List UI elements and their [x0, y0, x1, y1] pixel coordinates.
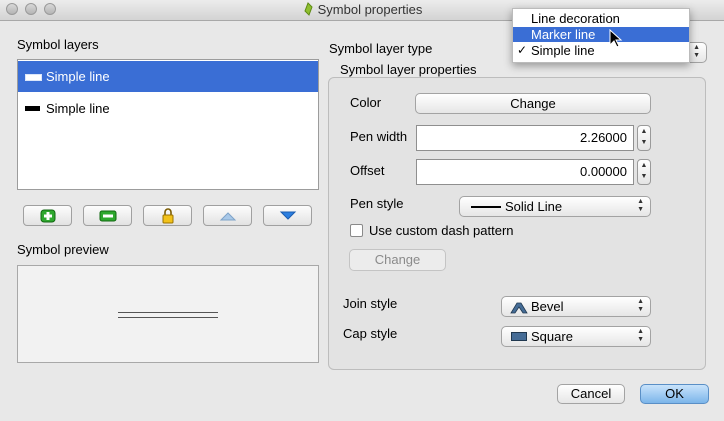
- pen-style-value: Solid Line: [505, 199, 563, 214]
- window-title: Symbol properties: [317, 2, 423, 17]
- symbol-layers-list[interactable]: Simple line Simple line: [17, 59, 319, 190]
- offset-field[interactable]: 0.00000: [416, 159, 634, 185]
- square-cap-icon: [511, 332, 527, 341]
- menu-item-label: Simple line: [531, 43, 595, 58]
- preview-line-stroke: [118, 312, 218, 318]
- color-change-label: Change: [510, 96, 556, 111]
- custom-dash-checkbox[interactable]: [350, 224, 363, 237]
- solid-line-icon: [471, 206, 501, 208]
- menu-item-marker-line[interactable]: Marker line: [513, 27, 689, 42]
- menu-item-simple-line[interactable]: ✓ Simple line: [513, 43, 689, 58]
- menu-item-label: Line decoration: [531, 11, 620, 26]
- pen-width-label: Pen width: [350, 129, 408, 144]
- pen-style-combo[interactable]: Solid Line ▲ ▼: [459, 196, 651, 217]
- color-label: Color: [350, 95, 382, 110]
- pen-width-stepper[interactable]: ▲ ▼: [637, 125, 651, 151]
- join-style-label: Join style: [343, 296, 398, 311]
- move-up-button[interactable]: [203, 205, 252, 226]
- group-title: Symbol layer properties: [336, 62, 481, 77]
- symbol-preview: [17, 265, 319, 363]
- line-swatch-icon: [25, 106, 40, 111]
- mouse-cursor-icon: [609, 28, 623, 52]
- combo-arrows-icon: ▲ ▼: [637, 328, 644, 343]
- remove-layer-icon: [99, 210, 116, 221]
- dash-change-button[interactable]: Change: [349, 249, 446, 271]
- symbol-layer-label: Simple line: [46, 101, 110, 116]
- ok-label: OK: [665, 386, 684, 401]
- move-down-icon: [279, 211, 296, 220]
- checkmark-icon: ✓: [517, 43, 528, 57]
- combo-arrows-icon: ▲ ▼: [693, 44, 700, 59]
- symbol-preview-label: Symbol preview: [17, 242, 109, 257]
- lock-icon: [162, 207, 173, 223]
- offset-stepper[interactable]: ▲ ▼: [637, 159, 651, 185]
- ok-button[interactable]: OK: [640, 384, 709, 404]
- cancel-label: Cancel: [570, 386, 612, 401]
- move-down-button[interactable]: [263, 205, 312, 226]
- join-style-combo[interactable]: Bevel ▲ ▼: [501, 296, 651, 317]
- dash-change-label: Change: [374, 252, 421, 267]
- remove-layer-button[interactable]: [83, 205, 132, 226]
- symbol-layer-label: Simple line: [46, 69, 110, 84]
- menu-item-line-decoration[interactable]: Line decoration: [513, 11, 689, 26]
- add-layer-icon: [40, 209, 55, 222]
- cancel-button[interactable]: Cancel: [557, 384, 625, 404]
- combo-arrows-icon: ▲ ▼: [637, 198, 644, 213]
- qgis-icon: [302, 2, 314, 19]
- join-style-value: Bevel: [531, 299, 564, 314]
- combo-arrows-icon: ▲ ▼: [637, 298, 644, 313]
- symbol-layers-label: Symbol layers: [17, 37, 99, 52]
- offset-label: Offset: [350, 163, 385, 178]
- cap-style-value: Square: [531, 329, 573, 344]
- cap-style-combo[interactable]: Square ▲ ▼: [501, 326, 651, 347]
- move-up-icon: [219, 211, 236, 220]
- pen-style-label: Pen style: [350, 196, 404, 211]
- bevel-join-icon: [510, 300, 528, 319]
- symbol-layer-item[interactable]: Simple line: [18, 61, 318, 92]
- menu-item-label: Marker line: [531, 27, 596, 42]
- pen-width-field[interactable]: 2.26000: [416, 125, 634, 151]
- symbol-layer-type-label: Symbol layer type: [329, 41, 433, 56]
- add-layer-button[interactable]: [23, 205, 72, 226]
- symbol-layer-item[interactable]: Simple line: [18, 93, 318, 124]
- lock-layer-button[interactable]: [143, 205, 192, 226]
- custom-dash-label: Use custom dash pattern: [369, 223, 514, 238]
- line-swatch-icon: [25, 74, 42, 81]
- color-change-button[interactable]: Change: [415, 93, 651, 114]
- cap-style-label: Cap style: [343, 326, 398, 341]
- symbol-layer-type-menu: Line decoration Marker line ✓ Simple lin…: [512, 8, 690, 63]
